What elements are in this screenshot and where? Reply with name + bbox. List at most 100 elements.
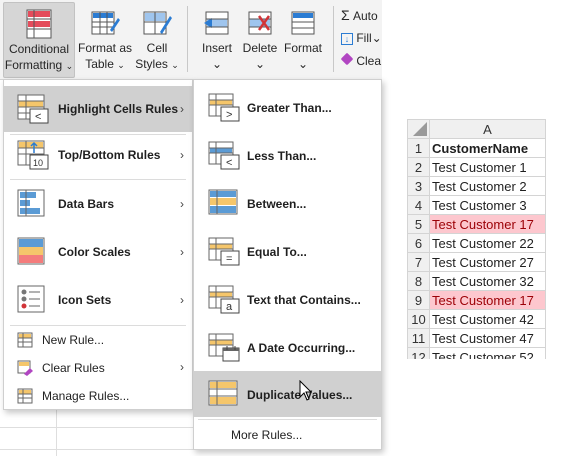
menu-item-highlight-cells-rules[interactable]: < Highlight Cells Rules › [4, 86, 192, 132]
chevron-right-icon: › [180, 148, 184, 162]
format-as-table-button[interactable]: Format as Table ⌄ [77, 2, 133, 78]
submenu-item-label: Greater Than... [247, 101, 332, 115]
submenu-item-date-occurring[interactable]: A Date Occurring... [194, 324, 381, 372]
chevron-down-icon: ⌄ [297, 57, 309, 71]
ribbon-group-divider [333, 6, 334, 72]
cell[interactable]: Test Customer 2 [429, 176, 546, 196]
table-row: 9 Test Customer 17 [407, 290, 546, 310]
row-header[interactable]: 12 [407, 347, 430, 359]
cell[interactable]: Test Customer 42 [429, 309, 546, 329]
row-header[interactable]: 9 [407, 290, 430, 310]
data-bars-icon [17, 189, 45, 217]
clear-label: Clea [356, 54, 382, 68]
cell[interactable]: Test Customer 47 [429, 328, 546, 348]
menu-item-manage-rules[interactable]: Manage Rules... [4, 385, 192, 407]
chevron-down-icon: ⌄ [117, 60, 125, 70]
table-row: 1 CustomerName [407, 138, 546, 158]
format-label: Format [283, 41, 322, 55]
chevron-down-icon: ⌄ [211, 57, 223, 71]
menu-item-label: Icon Sets [58, 293, 112, 307]
submenu-item-equal-to[interactable]: = Equal To... [194, 228, 381, 276]
row-header[interactable]: 3 [407, 176, 430, 196]
svg-text:<: < [226, 157, 232, 169]
duplicate-cell[interactable]: Test Customer 17 [429, 214, 546, 234]
table-row: 4 Test Customer 3 [407, 195, 546, 215]
duplicate-cell[interactable]: Test Customer 17 [429, 290, 546, 310]
duplicate-values-icon [208, 380, 238, 406]
row-header[interactable]: 10 [407, 309, 430, 329]
cell[interactable]: Test Customer 1 [429, 157, 546, 177]
menu-item-data-bars[interactable]: Data Bars › [4, 181, 192, 227]
format-cells-icon [291, 11, 315, 35]
cell[interactable]: Test Customer 22 [429, 233, 546, 253]
chevron-down-icon: ⌄ [171, 60, 179, 70]
delete-label: Delete [242, 41, 278, 55]
submenu-item-text-contains[interactable]: a Text that Contains... [194, 276, 381, 324]
chevron-right-icon: › [180, 245, 184, 259]
delete-cells-icon [248, 11, 272, 35]
menu-item-label: Color Scales [58, 245, 131, 259]
format-button[interactable]: Format ⌄ [281, 2, 325, 78]
svg-text:a: a [226, 301, 233, 313]
row-header[interactable]: 8 [407, 271, 430, 291]
row-header[interactable]: 2 [407, 157, 430, 177]
cell[interactable]: Test Customer 32 [429, 271, 546, 291]
text-contains-icon: a [208, 285, 240, 314]
row-header[interactable]: 6 [407, 233, 430, 253]
chevron-right-icon: › [180, 360, 184, 374]
less-than-icon: < [208, 141, 240, 170]
delete-button[interactable]: Delete ⌄ [239, 2, 281, 78]
row-header[interactable]: 1 [407, 138, 430, 158]
clear-rules-icon [17, 360, 33, 376]
row-header[interactable]: 7 [407, 252, 430, 272]
cell[interactable]: Test Customer 3 [429, 195, 546, 215]
ribbon-group-divider [187, 6, 188, 72]
clear-button[interactable]: Clea [340, 52, 382, 70]
mouse-cursor-icon [299, 380, 313, 401]
fill-button[interactable]: ↓ Fill⌄ [341, 29, 382, 47]
submenu-item-greater-than[interactable]: > Greater Than... [194, 84, 381, 132]
menu-separator [10, 325, 186, 326]
fill-label: Fill [356, 31, 372, 45]
submenu-item-duplicate-values[interactable]: Duplicate Values... [194, 371, 381, 417]
submenu-item-label: Equal To... [247, 245, 307, 259]
menu-item-label: Clear Rules [42, 361, 105, 375]
autosum-label: Auto [353, 9, 378, 23]
insert-label: Insert [201, 41, 232, 55]
cell[interactable]: Test Customer 27 [429, 252, 546, 272]
menu-item-top-bottom-rules[interactable]: 10 Top/Bottom Rules › [4, 132, 192, 178]
cell[interactable]: CustomerName [429, 138, 546, 158]
insert-button[interactable]: Insert ⌄ [196, 2, 238, 78]
more-rules-item[interactable]: More Rules... [231, 428, 302, 442]
chevron-down-icon: ⌄ [65, 61, 74, 71]
eraser-icon [340, 52, 354, 66]
table-row: 8 Test Customer 32 [407, 271, 546, 291]
submenu-item-between[interactable]: Between... [194, 180, 381, 228]
cell-styles-icon [143, 11, 172, 35]
worksheet-grid: A 1 CustomerName 2 Test Customer 1 3 Test Cus… [407, 119, 547, 359]
menu-item-label: Highlight Cells Rules [58, 102, 179, 116]
cell-styles-button[interactable]: Cell Styles ⌄ [135, 2, 179, 78]
menu-item-clear-rules[interactable]: Clear Rules › [4, 357, 192, 379]
menu-item-label: Top/Bottom Rules [58, 148, 161, 162]
conditional-formatting-button[interactable]: Conditional Formatting ⌄ [3, 2, 75, 78]
table-row: 6 Test Customer 22 [407, 233, 546, 253]
menu-item-label: New Rule... [42, 333, 105, 347]
select-all-triangle-icon [413, 122, 427, 136]
row-header[interactable]: 4 [407, 195, 430, 215]
select-all-corner[interactable] [407, 119, 430, 139]
column-header-a[interactable]: A [429, 119, 546, 139]
menu-item-new-rule[interactable]: New Rule... [4, 329, 192, 351]
row-header[interactable]: 5 [407, 214, 430, 234]
menu-item-color-scales[interactable]: Color Scales › [4, 229, 192, 275]
row-header[interactable]: 11 [407, 328, 430, 348]
menu-separator [10, 179, 186, 180]
gridline [56, 410, 57, 456]
autosum-button[interactable]: Σ Auto [341, 6, 378, 24]
menu-item-icon-sets[interactable]: Icon Sets › [4, 277, 192, 323]
submenu-item-less-than[interactable]: < Less Than... [194, 132, 381, 180]
date-occurring-icon [208, 333, 240, 362]
format-as-table-label-2: Table ⌄ [85, 57, 125, 71]
cell[interactable]: Test Customer 52 [429, 347, 546, 359]
insert-cells-icon [204, 11, 229, 35]
